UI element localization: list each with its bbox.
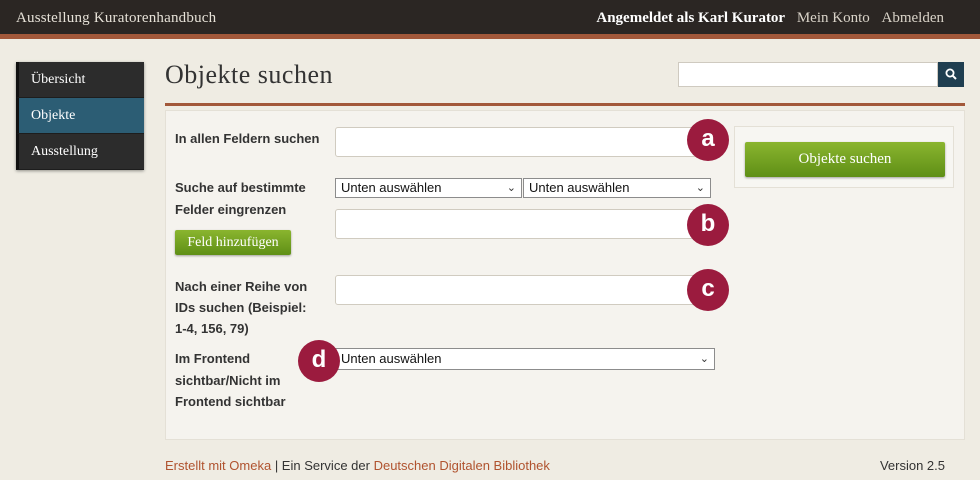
footer: Erstellt mit Omeka | Ein Service der Deu… bbox=[165, 458, 945, 473]
top-bar: Ausstellung Kuratorenhandbuch Angemeldet… bbox=[0, 0, 980, 39]
all-fields-label: In allen Feldern suchen bbox=[175, 131, 320, 146]
marker-c: c bbox=[687, 269, 729, 311]
logout-link[interactable]: Abmelden bbox=[882, 10, 944, 26]
ids-label-line3: 1-4, 156, 79) bbox=[175, 321, 249, 336]
operator-select[interactable]: Unten auswählen ⌄ bbox=[523, 178, 711, 198]
field-select[interactable]: Unten auswählen ⌄ bbox=[335, 178, 522, 198]
logged-in-user: Angemeldet als Karl Kurator bbox=[596, 10, 786, 26]
search-button[interactable] bbox=[938, 62, 964, 87]
marker-b: b bbox=[687, 204, 729, 246]
site-title[interactable]: Ausstellung Kuratorenhandbuch bbox=[16, 10, 216, 27]
sidebar-item-items[interactable]: Objekte bbox=[16, 98, 144, 134]
sidebar-nav: Übersicht Objekte Ausstellung bbox=[16, 62, 144, 170]
frontend-label-line1: Im Frontend bbox=[175, 351, 251, 366]
sidebar-item-exhibit[interactable]: Ausstellung bbox=[16, 134, 144, 170]
frontend-visibility-select[interactable]: Unten auswählen ⌄ bbox=[335, 348, 715, 370]
marker-d: d bbox=[298, 340, 340, 382]
narrow-value-input[interactable] bbox=[335, 209, 710, 239]
operator-select-value: Unten auswählen bbox=[529, 180, 630, 195]
field-select-value: Unten auswählen bbox=[341, 180, 442, 195]
chevron-down-icon: ⌄ bbox=[506, 182, 516, 194]
narrow-label-line1: Suche auf bestimmte bbox=[175, 180, 306, 195]
ids-label-line1: Nach einer Reihe von bbox=[175, 279, 308, 294]
ddb-link[interactable]: Deutschen Digitalen Bibliothek bbox=[374, 458, 550, 473]
sidebar-item-overview[interactable]: Übersicht bbox=[16, 62, 144, 98]
id-range-input[interactable] bbox=[335, 275, 710, 305]
global-search-input[interactable] bbox=[678, 62, 938, 87]
add-field-button[interactable]: Feld hinzufügen bbox=[175, 230, 291, 255]
footer-separator: | Ein Service der bbox=[274, 458, 370, 473]
user-nav: Angemeldet als Karl Kurator Mein Konto A… bbox=[596, 10, 944, 27]
omeka-link[interactable]: Erstellt mit Omeka bbox=[165, 458, 271, 473]
all-fields-input[interactable] bbox=[335, 127, 710, 157]
version-label: Version 2.5 bbox=[879, 458, 945, 473]
search-icon bbox=[945, 68, 957, 80]
chevron-down-icon: ⌄ bbox=[695, 182, 705, 194]
chevron-down-icon: ⌄ bbox=[699, 353, 709, 365]
narrow-label-line2: Felder eingrenzen bbox=[175, 202, 287, 217]
frontend-label-line2: sichtbar/Nicht im bbox=[175, 373, 281, 388]
frontend-label-line3: Frontend sichtbar bbox=[175, 394, 286, 409]
my-account-link[interactable]: Mein Konto bbox=[797, 10, 870, 26]
global-search bbox=[678, 62, 964, 87]
page-title: Objekte suchen bbox=[165, 60, 334, 89]
title-divider bbox=[165, 103, 965, 106]
frontend-select-value: Unten auswählen bbox=[341, 351, 442, 366]
ids-label-line2: IDs suchen (Beispiel: bbox=[175, 300, 307, 315]
marker-a: a bbox=[687, 119, 729, 161]
search-items-button[interactable]: Objekte suchen bbox=[745, 142, 945, 177]
